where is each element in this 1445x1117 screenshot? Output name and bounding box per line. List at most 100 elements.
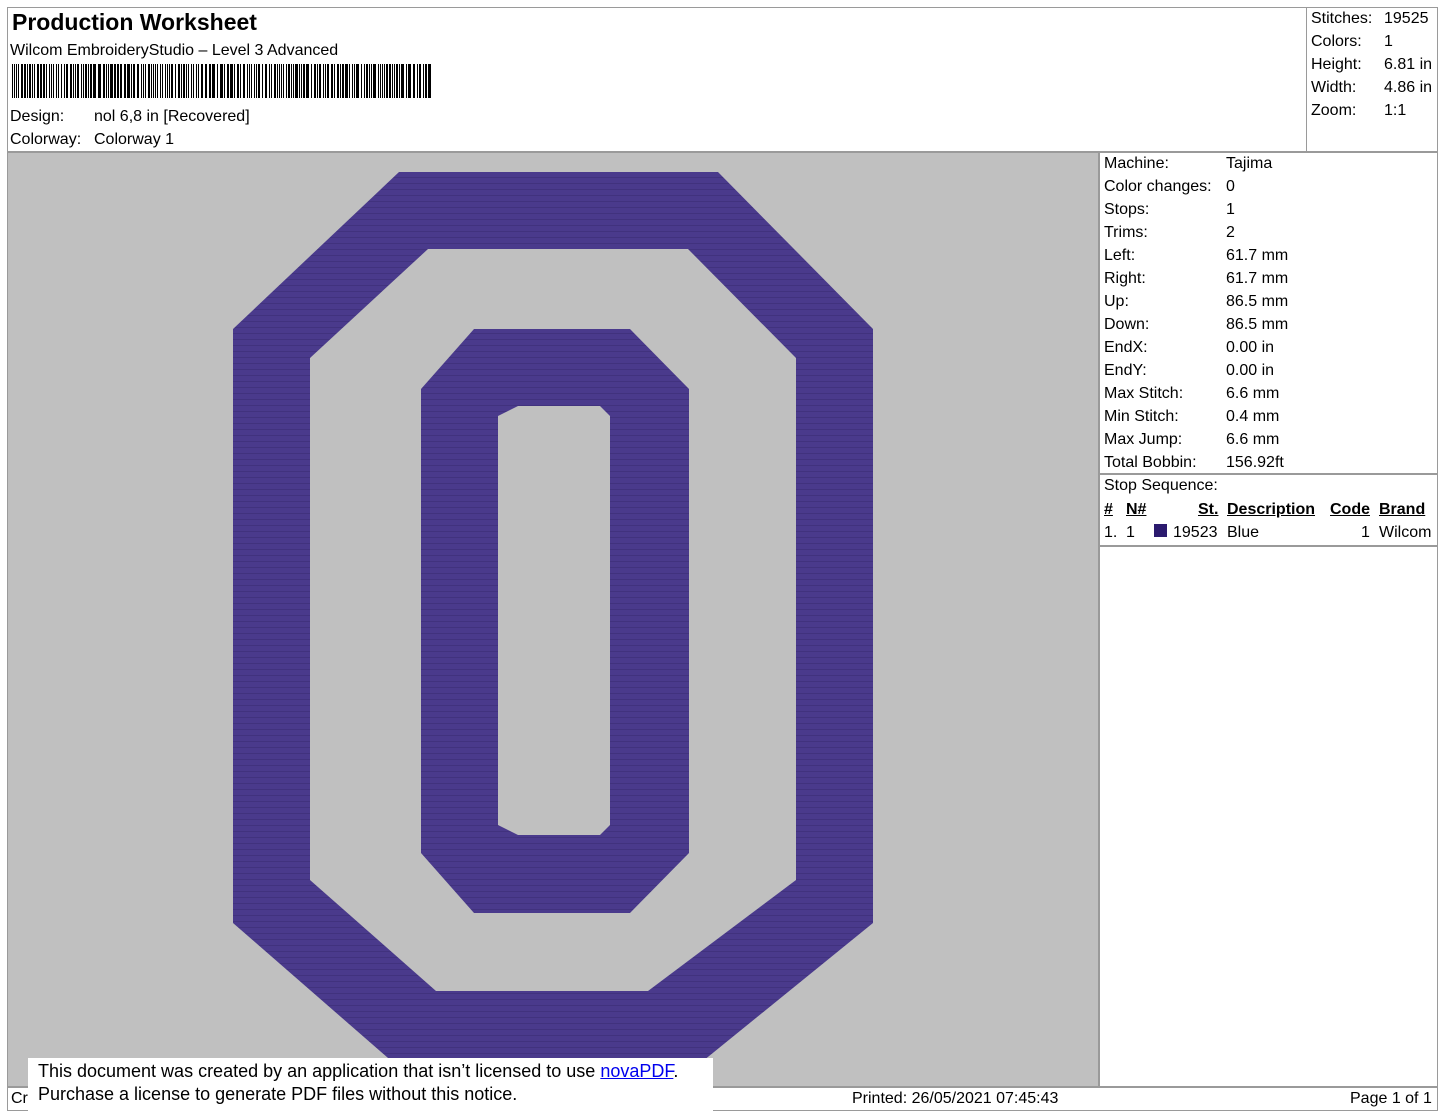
stat-value: 19525 — [1384, 10, 1429, 27]
barcode-bar — [12, 64, 13, 98]
barcode-bar — [279, 64, 280, 98]
detail-label: Left: — [1104, 247, 1136, 264]
colorway-value: Colorway 1 — [94, 131, 175, 148]
barcode-bar — [384, 64, 385, 98]
barcode-bar — [46, 64, 47, 98]
barcode-bar — [61, 64, 62, 98]
barcode-bar — [14, 64, 15, 98]
detail-value: 61.7 mm — [1226, 270, 1289, 287]
footer-left: Cr — [11, 1090, 28, 1107]
stop-sequence-title: Stop Sequence: — [1104, 477, 1218, 494]
barcode-bar — [217, 64, 218, 98]
barcode-bar — [306, 64, 309, 98]
barcode-bar — [269, 64, 270, 98]
barcode-bar — [369, 64, 370, 98]
barcode-bar — [43, 64, 45, 98]
detail-label: EndX: — [1104, 339, 1148, 356]
barcode-bar — [334, 64, 335, 98]
colorway-label: Colorway: — [10, 131, 82, 148]
barcode-bar — [165, 64, 166, 98]
barcode-bar — [293, 64, 294, 98]
barcode-bar — [27, 64, 28, 98]
barcode-bar — [234, 64, 235, 98]
barcode-bar — [88, 64, 89, 98]
detail-label: Up: — [1104, 293, 1129, 310]
barcode-bar — [205, 64, 207, 98]
barcode-bar — [178, 64, 180, 98]
barcode-bar — [386, 64, 388, 98]
col-header-code: Code — [1330, 501, 1370, 518]
barcode-bar — [277, 64, 278, 98]
barcode-bar — [249, 64, 250, 98]
notice-line-2: Purchase a license to generate PDF files… — [38, 1084, 518, 1104]
barcode-bar — [243, 64, 245, 98]
barcode-bar — [301, 64, 302, 98]
barcode-bar — [40, 64, 42, 98]
barcode-bar — [106, 64, 107, 98]
barcode-bar — [93, 64, 96, 98]
detail-value: 61.7 mm — [1226, 247, 1289, 264]
barcode-bar — [396, 64, 398, 98]
barcode-bar — [120, 64, 122, 98]
barcode-bar — [281, 64, 282, 98]
barcode-bar — [295, 64, 298, 98]
detail-value: 6.6 mm — [1226, 385, 1280, 402]
stop-sequence: Stop Sequence: # N# St. Description Code… — [1099, 474, 1438, 546]
software-name: Wilcom EmbroideryStudio – Level 3 Advanc… — [10, 42, 339, 59]
barcode-bar — [70, 64, 72, 98]
detail-label: Down: — [1104, 316, 1150, 333]
barcode-bar — [103, 64, 105, 98]
barcode-bar — [373, 64, 376, 98]
detail-value: 6.6 mm — [1226, 431, 1280, 448]
barcode-bar — [428, 64, 431, 98]
barcode-bar — [258, 64, 260, 98]
detail-label: Stops: — [1104, 201, 1150, 218]
barcode-bar — [327, 64, 329, 98]
barcode-bar — [378, 64, 379, 98]
barcode-bar — [162, 64, 163, 98]
barcode-bar — [56, 64, 57, 98]
barcode-bar — [188, 64, 189, 98]
detail-label: Total Bobbin: — [1104, 454, 1197, 471]
barcode-bar — [37, 64, 39, 98]
barcode-bar — [186, 64, 187, 98]
barcode-bar — [361, 64, 362, 98]
stat-value: 1:1 — [1384, 102, 1407, 119]
barcode-bar — [394, 64, 395, 98]
barcode-bar — [283, 64, 284, 98]
barcode-bar — [417, 64, 418, 98]
barcode-bar — [286, 64, 287, 98]
barcode-bar — [209, 64, 211, 98]
detail-label: Machine: — [1104, 155, 1169, 172]
detail-value: Tajima — [1226, 155, 1273, 172]
barcode-bar — [155, 64, 156, 98]
barcode-bar — [143, 64, 144, 98]
barcode-bar — [196, 64, 197, 98]
detail-label: Trims: — [1104, 224, 1148, 241]
barcode-bar — [399, 64, 400, 98]
stat-label: Stitches: — [1311, 10, 1373, 27]
barcode-bar — [352, 64, 353, 98]
barcode-bar — [98, 64, 101, 98]
detail-value: 86.5 mm — [1226, 316, 1289, 333]
barcode-bar — [337, 64, 339, 98]
row-code: 1 — [1361, 524, 1370, 541]
novapdf-link[interactable]: novaPDF — [600, 1061, 673, 1081]
barcode-bar — [413, 64, 415, 98]
page-number: Page 1 of 1 — [1350, 1090, 1432, 1107]
notice-punctuation: . — [673, 1061, 679, 1081]
barcode-bar — [124, 64, 126, 98]
barcode-bar — [254, 64, 255, 98]
detail-value: 1 — [1226, 201, 1235, 218]
barcode-bar — [181, 64, 182, 98]
barcode-bar — [21, 64, 23, 98]
detail-value: 0.4 mm — [1226, 408, 1280, 425]
stat-label: Height: — [1311, 56, 1362, 73]
barcode-bar — [262, 64, 263, 98]
barcode-bar — [117, 64, 119, 98]
barcode-bar — [299, 64, 300, 98]
row-needle: 1 — [1126, 524, 1135, 541]
barcode-bar — [271, 64, 272, 98]
barcode-bar — [108, 64, 109, 98]
detail-label: Right: — [1104, 270, 1146, 287]
